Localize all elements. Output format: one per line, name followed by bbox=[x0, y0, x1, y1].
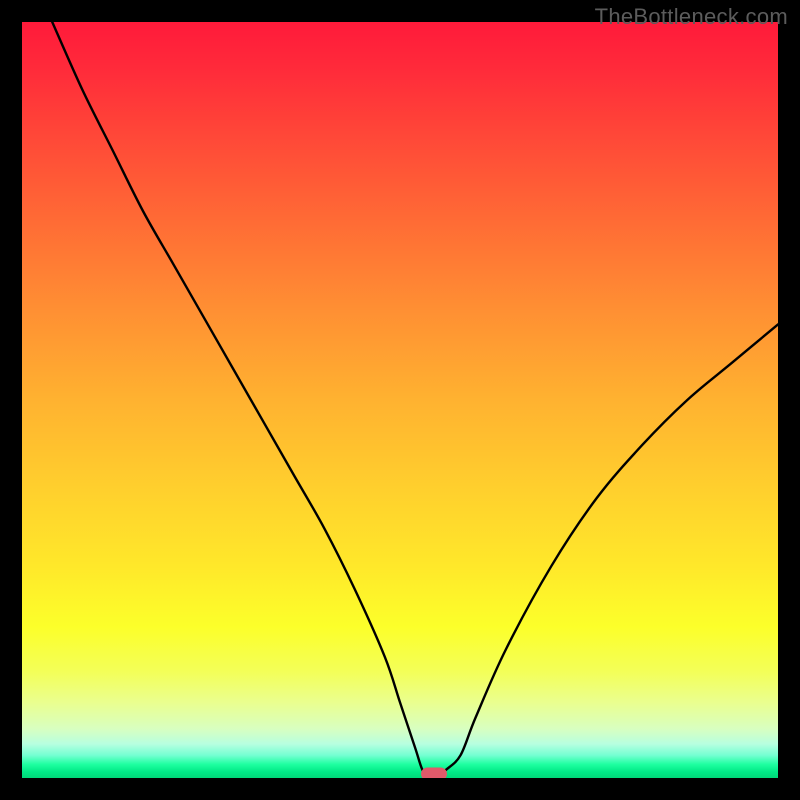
optimal-point-marker bbox=[421, 768, 447, 779]
plot-area bbox=[22, 22, 778, 778]
bottleneck-curve bbox=[22, 22, 778, 778]
chart-frame: TheBottleneck.com bbox=[0, 0, 800, 800]
watermark-text: TheBottleneck.com bbox=[595, 4, 788, 30]
